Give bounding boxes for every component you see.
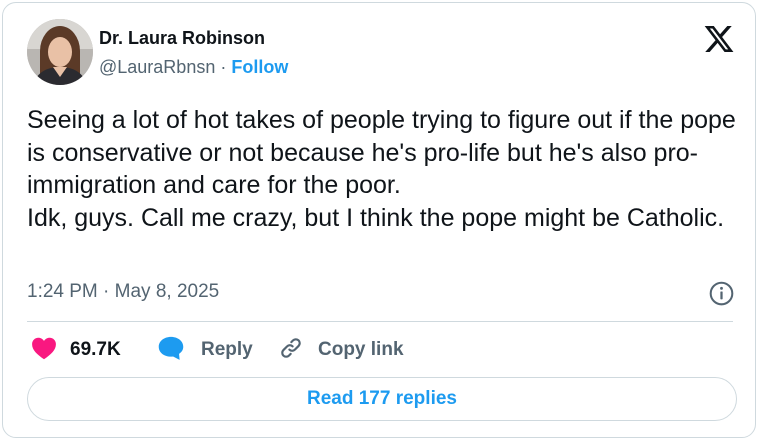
tweet-paragraph: Idk, guys. Call me crazy, but I think th…	[27, 203, 725, 232]
heart-icon	[31, 336, 57, 365]
link-icon	[278, 335, 304, 366]
tweet-card: Dr. Laura Robinson @LauraRbnsn · Follow …	[2, 2, 756, 438]
info-icon[interactable]	[708, 280, 735, 307]
read-replies-button[interactable]: Read 177 replies	[27, 377, 737, 421]
author-name[interactable]: Dr. Laura Robinson	[99, 27, 265, 49]
like-count: 69.7K	[70, 339, 121, 360]
like-button[interactable]: 69.7K	[31, 335, 121, 365]
copy-link-button[interactable]: Copy link	[278, 335, 404, 365]
separator-dot: ·	[220, 57, 227, 77]
author-handle-row: @LauraRbnsn · Follow	[99, 55, 288, 79]
copy-link-label: Copy link	[318, 339, 404, 360]
tweet-timestamp[interactable]: 1:24 PM · May 8, 2025	[27, 279, 219, 305]
follow-button[interactable]: Follow	[231, 57, 288, 77]
tweet-paragraph: Seeing a lot of hot takes of people tryi…	[27, 106, 736, 199]
reply-label: Reply	[201, 339, 253, 360]
speech-bubble-icon	[157, 335, 185, 366]
x-logo-icon[interactable]	[703, 23, 735, 55]
avatar[interactable]	[27, 19, 93, 85]
tweet-text: Seeing a lot of hot takes of people tryi…	[27, 104, 737, 234]
reply-button[interactable]: Reply	[157, 335, 253, 365]
avatar-photo	[27, 19, 93, 85]
author-handle[interactable]: @LauraRbnsn	[99, 57, 215, 77]
divider	[27, 321, 733, 322]
